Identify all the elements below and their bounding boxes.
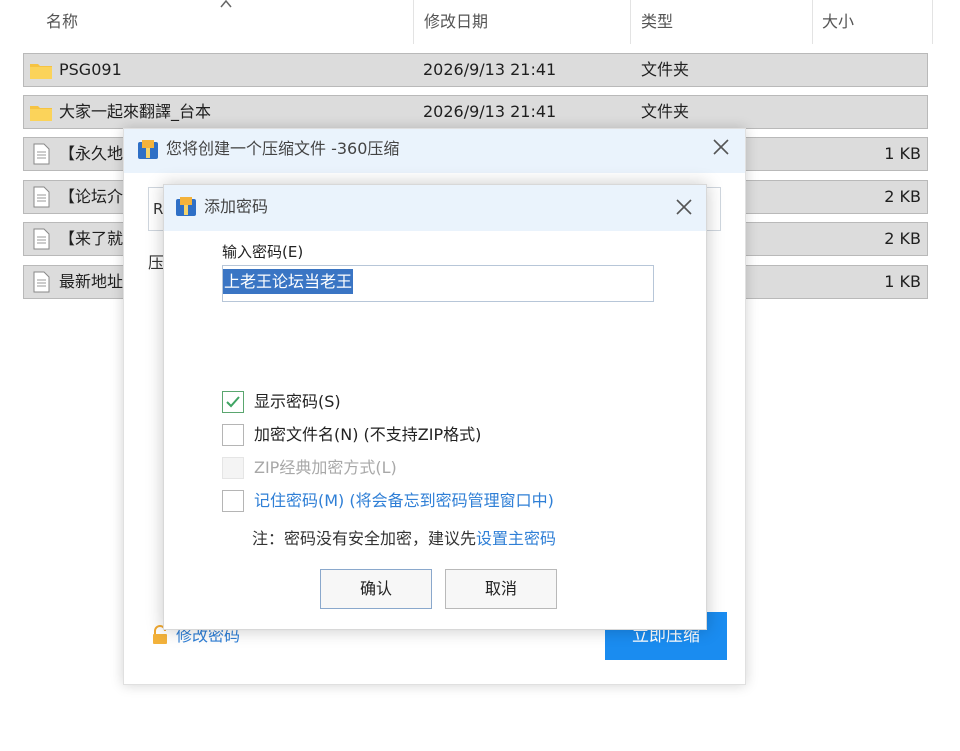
column-header-type[interactable]: 类型	[619, 0, 814, 44]
file-name: 大家一起來翻譯_台本	[59, 102, 212, 121]
security-note-text: 注：密码没有安全加密，建议先	[252, 529, 477, 548]
add-password-dialog: 添加密码 输入密码(E) 上老王论坛当老王 显示密码(S) 加密文件名(N) (…	[163, 184, 707, 630]
column-header-size[interactable]: 大小	[800, 0, 930, 44]
file-modified: 2026/9/13 21:41	[423, 60, 557, 79]
compress-dialog-titlebar[interactable]: 您将创建一个压缩文件 -360压缩	[124, 129, 745, 173]
add-password-titlebar[interactable]: 添加密码	[164, 185, 706, 231]
360-zip-icon	[138, 140, 158, 159]
sort-ascending-icon	[220, 0, 232, 8]
text-file-icon	[33, 143, 50, 165]
file-size: 2 KB	[884, 229, 921, 248]
360-zip-icon	[176, 197, 196, 216]
add-password-title: 添加密码	[204, 197, 269, 216]
text-file-icon	[33, 271, 50, 293]
password-input-label: 输入密码(E)	[222, 243, 304, 261]
encrypt-filenames-label: 加密文件名(N) (不支持ZIP格式)	[254, 425, 482, 444]
output-path-text: R	[153, 200, 164, 218]
text-file-icon	[33, 228, 50, 250]
close-icon[interactable]	[672, 195, 696, 219]
file-modified: 2026/9/13 21:41	[423, 102, 557, 121]
column-divider[interactable]	[932, 0, 933, 44]
file-name: 【来了就	[59, 229, 124, 248]
file-name: 【永久地	[59, 144, 124, 163]
confirm-button[interactable]: 确认	[320, 569, 432, 609]
file-name: PSG091	[59, 60, 122, 79]
file-name: 【论坛介	[59, 187, 124, 206]
set-master-password-link[interactable]: 设置主密码	[476, 529, 556, 548]
compress-option-label: 压	[148, 253, 165, 272]
file-type: 文件夹	[641, 60, 690, 79]
text-file-icon	[33, 186, 50, 208]
file-row-folder[interactable]: 大家一起來翻譯_台本 2026/9/13 21:41 文件夹	[23, 95, 928, 129]
folder-icon	[30, 64, 52, 79]
close-icon[interactable]	[709, 135, 733, 159]
show-password-checkbox[interactable]	[222, 391, 244, 413]
file-size: 1 KB	[884, 144, 921, 163]
compress-dialog-title: 您将创建一个压缩文件 -360压缩	[166, 139, 400, 158]
file-name: 最新地址	[59, 272, 124, 291]
remember-password-checkbox[interactable]	[222, 490, 244, 512]
zip-classic-encryption-label: ZIP经典加密方式(L)	[254, 458, 397, 477]
zip-classic-encryption-checkbox	[222, 457, 244, 479]
file-size: 1 KB	[884, 272, 921, 291]
password-input[interactable]: 上老王论坛当老王	[222, 265, 654, 302]
remember-password-label[interactable]: 记住密码(M) (将会备忘到密码管理窗口中)	[254, 490, 554, 512]
folder-icon	[30, 106, 52, 121]
column-header-modified[interactable]: 修改日期	[402, 0, 632, 44]
cancel-button[interactable]: 取消	[445, 569, 557, 609]
file-type: 文件夹	[641, 102, 690, 121]
security-note: 注：密码没有安全加密，建议先设置主密码	[252, 528, 556, 550]
show-password-label: 显示密码(S)	[254, 392, 341, 411]
file-size: 2 KB	[884, 187, 921, 206]
password-input-value: 上老王论坛当老王	[223, 269, 354, 294]
encrypt-filenames-checkbox[interactable]	[222, 424, 244, 446]
checkmark-icon	[226, 396, 240, 408]
file-row-folder[interactable]: PSG091 2026/9/13 21:41 文件夹	[23, 53, 928, 87]
